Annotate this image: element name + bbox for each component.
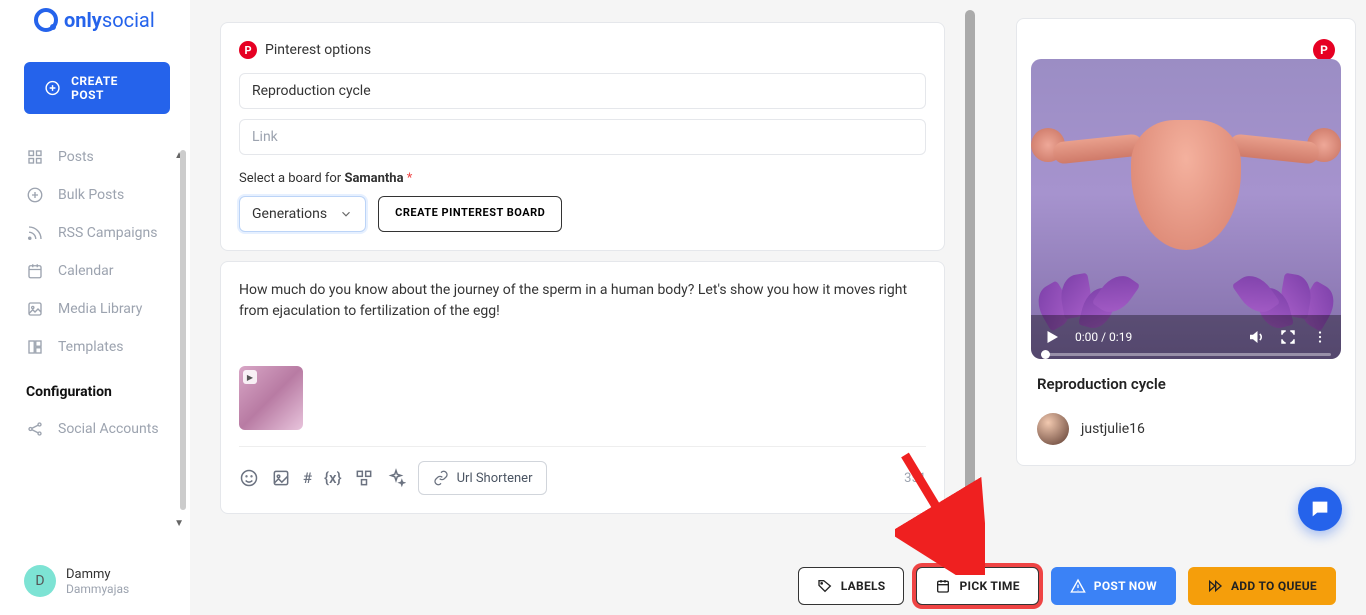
post-now-label: POST NOW [1094, 579, 1157, 593]
calendar-icon [26, 262, 44, 280]
preview-panel: P 0:00 / 0:19 Reproduction [1016, 18, 1356, 466]
rss-icon [26, 224, 44, 242]
pinterest-header: Pinterest options [265, 42, 371, 58]
alert-icon [1070, 578, 1086, 594]
create-post-button[interactable]: CREATE POST [24, 62, 170, 114]
more-icon[interactable] [1311, 328, 1329, 346]
pinterest-options-card: P Pinterest options Select a board for S… [220, 22, 945, 251]
user-avatar: D [24, 565, 56, 597]
video-progress[interactable] [1041, 353, 1331, 356]
nav-calendar[interactable]: Calendar [0, 252, 190, 290]
labels-label: LABELS [841, 579, 886, 593]
url-shortener-label: Url Shortener [457, 471, 533, 486]
plus-circle-icon [26, 186, 44, 204]
post-text-area[interactable]: How much do you know about the journey o… [239, 280, 926, 348]
post-now-button[interactable]: POST NOW [1051, 567, 1176, 605]
scroll-down-icon[interactable]: ▼ [966, 542, 977, 555]
nav-posts[interactable]: Posts [0, 138, 190, 176]
video-badge-icon: ▶ [243, 370, 257, 384]
nav-label: Posts [58, 149, 94, 165]
tag-icon [817, 578, 833, 594]
variable-icon[interactable]: {x} [324, 469, 342, 487]
sidebar: onlysocial CREATE POST ▲ Posts Bulk Post… [0, 0, 190, 615]
brand-logo[interactable]: onlysocial [0, 0, 190, 50]
nav-label: Calendar [58, 263, 114, 279]
board-select-value: Generations [252, 206, 327, 222]
nav-label: Media Library [58, 301, 142, 317]
author-username: justjulie16 [1081, 421, 1145, 437]
add-to-queue-label: ADD TO QUEUE [1231, 579, 1317, 593]
post-editor-card: How much do you know about the journey o… [220, 261, 945, 514]
grid-icon [26, 148, 44, 166]
calendar-icon [935, 578, 951, 594]
preview-title: Reproduction cycle [1037, 375, 1335, 393]
main-content: ▼ P Pinterest options Select a board for… [190, 0, 975, 615]
nav-label: Templates [58, 339, 124, 355]
user-handle: Dammyajas [66, 582, 129, 596]
action-bar: LABELS PICK TIME POST NOW ADD TO QUEUE [220, 567, 1336, 605]
board-select-label: Select a board for Samantha * [239, 171, 926, 186]
board-select[interactable]: Generations [239, 196, 366, 232]
template-icon[interactable] [354, 468, 374, 488]
nav-media-library[interactable]: Media Library [0, 290, 190, 328]
nav-social-accounts[interactable]: Social Accounts [0, 410, 190, 448]
pinterest-title-input[interactable] [239, 73, 926, 109]
add-to-queue-button[interactable]: ADD TO QUEUE [1188, 567, 1336, 605]
pinterest-link-input[interactable] [239, 119, 926, 155]
fullscreen-icon[interactable] [1279, 328, 1297, 346]
nav-primary: Posts Bulk Posts RSS Campaigns Calendar … [0, 138, 190, 366]
pinterest-icon: P [1313, 39, 1335, 61]
chat-launcher[interactable] [1298, 487, 1342, 531]
labels-button[interactable]: LABELS [798, 567, 905, 605]
sidebar-scrollbar[interactable] [180, 150, 186, 510]
plus-circle-icon [44, 79, 61, 97]
chevron-down-icon [339, 207, 353, 221]
share-icon [26, 420, 44, 438]
nav-rss[interactable]: RSS Campaigns [0, 214, 190, 252]
play-icon[interactable] [1043, 328, 1061, 346]
nav-templates[interactable]: Templates [0, 328, 190, 366]
video-controls[interactable]: 0:00 / 0:19 [1031, 315, 1341, 359]
nav-bulk-posts[interactable]: Bulk Posts [0, 176, 190, 214]
nav-label: Social Accounts [58, 421, 159, 437]
url-shortener-button[interactable]: Url Shortener [418, 461, 548, 495]
scroll-down-caret[interactable]: ▼ [174, 518, 184, 529]
logo-icon [34, 8, 58, 32]
main-scrollbar[interactable] [965, 10, 975, 540]
character-count: 351 [904, 471, 926, 486]
user-panel[interactable]: D Dammy Dammyajas [24, 565, 129, 597]
configuration-heading: Configuration [0, 366, 190, 410]
brand-name: onlysocial [64, 8, 155, 32]
sparkle-icon[interactable] [386, 468, 406, 488]
author-avatar [1037, 413, 1069, 445]
volume-icon[interactable] [1247, 328, 1265, 346]
image-icon[interactable] [271, 468, 291, 488]
media-thumbnail[interactable]: ▶ [239, 366, 303, 430]
create-post-label: CREATE POST [71, 74, 150, 102]
forward-icon [1207, 578, 1223, 594]
hashtag-icon[interactable]: # [303, 469, 312, 487]
pick-time-button[interactable]: PICK TIME [916, 567, 1038, 605]
create-board-button[interactable]: CREATE PINTEREST BOARD [378, 196, 562, 232]
preview-author[interactable]: justjulie16 [1037, 413, 1335, 445]
nav-label: RSS Campaigns [58, 225, 157, 241]
emoji-icon[interactable] [239, 468, 259, 488]
layout-icon [26, 338, 44, 356]
editor-toolbar: # {x} Url Shortener 351 [239, 446, 926, 495]
preview-video[interactable]: 0:00 / 0:19 [1031, 59, 1341, 359]
video-time: 0:00 / 0:19 [1075, 330, 1132, 344]
nav-label: Bulk Posts [58, 187, 124, 203]
illustration [1131, 120, 1241, 250]
image-icon [26, 300, 44, 318]
user-name: Dammy [66, 567, 129, 582]
pick-time-label: PICK TIME [959, 579, 1019, 593]
pinterest-icon: P [239, 41, 257, 59]
chat-icon [1309, 498, 1331, 520]
link-icon [433, 470, 449, 486]
